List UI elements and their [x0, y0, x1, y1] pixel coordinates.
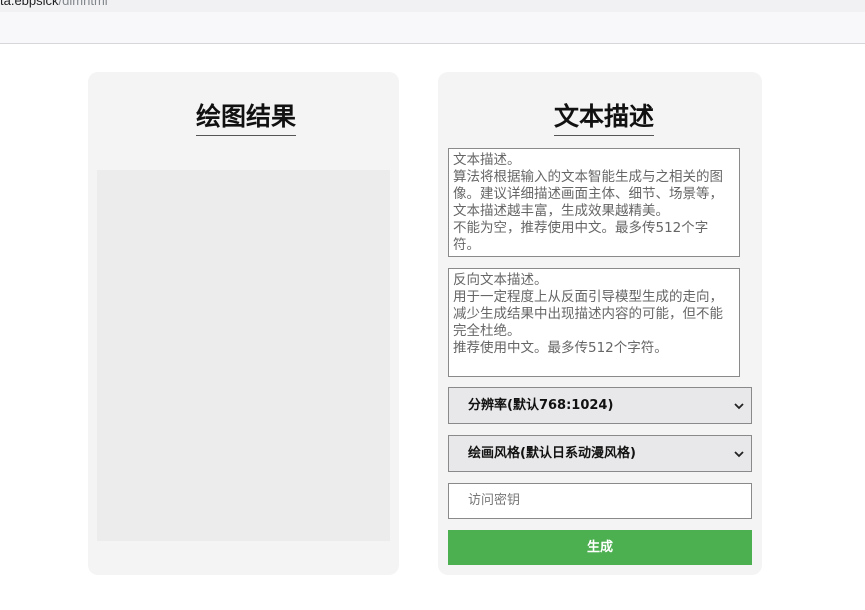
- result-image-area: [97, 170, 390, 541]
- url-host: ta.ebpsick: [0, 0, 59, 8]
- description-title: 文本描述: [554, 102, 655, 136]
- chevron-down-icon: [734, 451, 744, 458]
- prompt-textarea[interactable]: 文本描述。 算法将根据输入的文本智能生成与之相关的图像。建议详细描述画面主体、细…: [448, 148, 740, 257]
- resolution-select[interactable]: 分辨率(默认768:1024): [448, 387, 752, 424]
- description-panel: 文本描述 文本描述。 算法将根据输入的文本智能生成与之相关的图像。建议详细描述画…: [438, 72, 762, 575]
- negative-prompt-textarea[interactable]: 反向文本描述。 用于一定程度上从反面引导模型生成的走向，减少生成结果中出现描述内…: [448, 268, 740, 377]
- generate-button[interactable]: 生成: [448, 530, 752, 565]
- browser-toolbar: [0, 12, 865, 44]
- resolution-select-value: 分辨率(默认768:1024): [468, 398, 614, 413]
- url-path: /dimhtml: [58, 0, 108, 8]
- chevron-down-icon: [734, 403, 744, 410]
- access-key-input[interactable]: 访问密钥: [448, 483, 752, 519]
- result-panel: 绘图结果: [88, 72, 399, 575]
- style-select-value: 绘画风格(默认日系动漫风格): [468, 446, 636, 461]
- result-title: 绘图结果: [196, 102, 297, 136]
- browser-address-bar: ta.ebpsick/dimhtml: [0, 0, 865, 12]
- address-url[interactable]: ta.ebpsick/dimhtml: [0, 0, 108, 8]
- style-select[interactable]: 绘画风格(默认日系动漫风格): [448, 435, 752, 472]
